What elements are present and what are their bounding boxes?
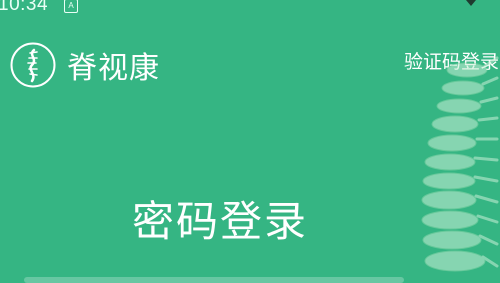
brand: 脊视康 [9,41,160,89]
status-time: 10:34 [0,0,49,15]
input-field-edge [24,277,404,283]
verify-code-login-link[interactable]: 验证码登录 [404,47,499,74]
signal-icon [466,0,476,6]
page-heading: 密码登录 [131,197,308,246]
status-bar: 10:34 A [0,0,79,16]
notification-icon: A [64,0,79,13]
spine-logo-icon [10,42,56,88]
brand-name: 脊视康 [67,51,160,86]
